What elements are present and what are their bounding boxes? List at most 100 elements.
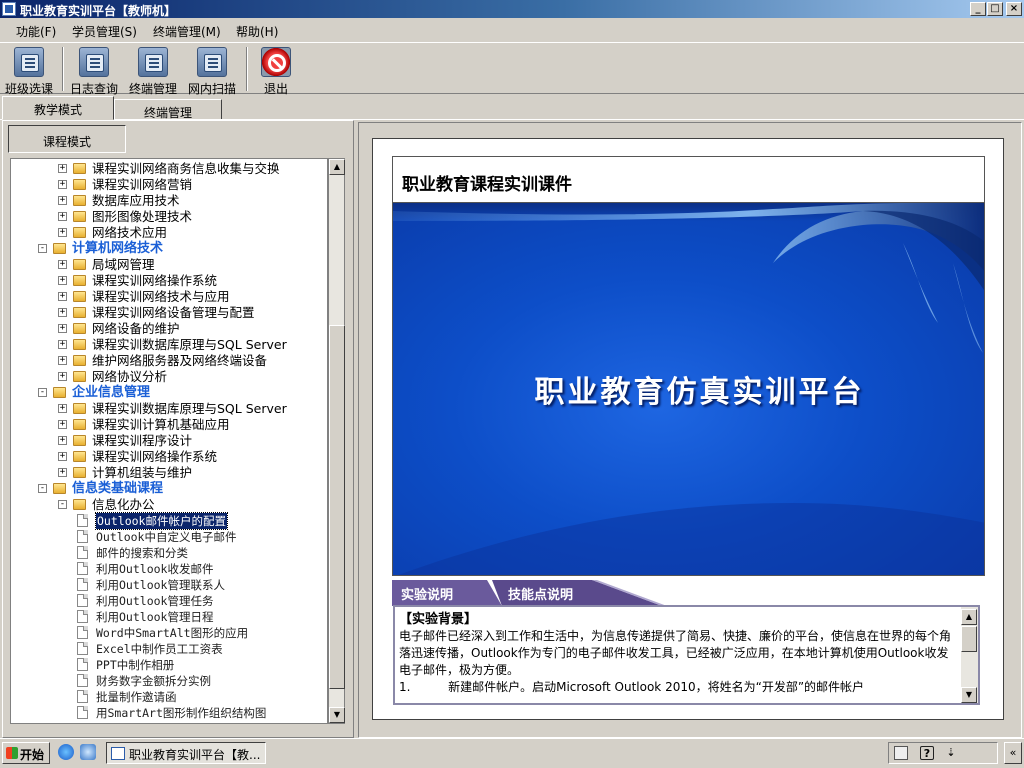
expand-icon[interactable]: + xyxy=(58,308,67,317)
help-tray-icon[interactable]: ? xyxy=(920,746,934,760)
expand-icon[interactable]: + xyxy=(58,196,67,205)
course-mode-button[interactable]: 课程模式 xyxy=(8,125,126,153)
expand-icon[interactable]: + xyxy=(58,260,67,269)
document-icon xyxy=(77,658,88,671)
expand-icon[interactable]: + xyxy=(58,292,67,301)
expand-icon[interactable]: + xyxy=(58,276,67,285)
tree-node-label: 课程实训网络操作系统 xyxy=(92,449,218,464)
class-select-button[interactable]: 班级选课 xyxy=(2,45,56,96)
expand-icon[interactable]: + xyxy=(58,164,67,173)
start-button[interactable]: 开始 xyxy=(2,742,50,764)
menu-function[interactable]: 功能(F) xyxy=(16,23,56,40)
windows-flag-icon xyxy=(6,747,18,759)
collapse-icon[interactable]: - xyxy=(38,484,47,493)
desc-scroll-up-button[interactable]: ▲ xyxy=(961,609,977,625)
folder-icon xyxy=(73,451,86,462)
tree-node-label: Outlook邮件帐户的配置 xyxy=(95,512,228,530)
courseware-banner: 职业教育仿真实训平台 xyxy=(392,202,985,576)
collapse-icon[interactable]: - xyxy=(38,388,47,397)
collapse-icon[interactable]: - xyxy=(38,244,47,253)
terminal-manage-label: 终端管理 xyxy=(128,82,177,96)
menu-help[interactable]: 帮助(H) xyxy=(236,23,278,40)
tree-node-label: Word中SmartAlt图形的应用 xyxy=(96,626,249,640)
desc-scroll-thumb[interactable] xyxy=(961,626,977,652)
tree-node-label: 利用Outlook管理联系人 xyxy=(96,578,225,592)
log-query-icon xyxy=(79,47,109,77)
lan-scan-button[interactable]: 网内扫描 xyxy=(184,45,240,96)
scroll-thumb[interactable] xyxy=(329,325,345,689)
tree-node-label: 信息化办公 xyxy=(92,497,155,512)
tree-node-label: 利用Outlook管理任务 xyxy=(96,594,214,608)
start-label: 开始 xyxy=(20,748,45,762)
course-tree[interactable]: + 课程实训网络商务信息收集与交换 + 课程实训网络营销 + 数据库应用技术 + 图形图像处理… xyxy=(10,158,328,724)
tree-node-label: 财务数字金额拆分实例 xyxy=(96,674,211,688)
lan-scan-label: 网内扫描 xyxy=(187,82,236,96)
scroll-up-button[interactable]: ▲ xyxy=(329,159,345,175)
expand-icon[interactable]: + xyxy=(58,340,67,349)
tree-node-label: 课程实训网络技术与应用 xyxy=(92,289,230,304)
title-bar[interactable]: 职业教育实训平台【教师机】 _ □ × xyxy=(0,0,1024,18)
tab-experiment-description[interactable]: 实验说明 xyxy=(401,580,453,604)
menu-terminal-manage[interactable]: 终端管理(M) xyxy=(153,23,221,40)
internet-explorer-icon[interactable] xyxy=(58,744,74,760)
tab-teaching-mode[interactable]: 教学模式 xyxy=(2,96,114,120)
document-icon xyxy=(77,578,88,591)
tree-node-label: 计算机组装与维护 xyxy=(92,465,193,480)
expand-icon[interactable]: + xyxy=(58,436,67,445)
expand-icon[interactable]: + xyxy=(58,180,67,189)
log-query-label: 日志查询 xyxy=(69,82,118,96)
expand-icon[interactable]: + xyxy=(58,420,67,429)
network-tray-icon[interactable]: ⇣ xyxy=(944,746,958,760)
expand-icon[interactable]: + xyxy=(58,324,67,333)
tree-node-label: 计算机网络技术 xyxy=(72,241,164,256)
log-query-button[interactable]: 日志查询 xyxy=(66,45,122,96)
folder-icon xyxy=(73,291,86,302)
window-title: 职业教育实训平台【教师机】 xyxy=(20,4,177,18)
expand-icon[interactable]: + xyxy=(58,404,67,413)
maximize-button[interactable]: □ xyxy=(987,2,1003,16)
folder-icon xyxy=(73,403,86,414)
tab-terminal-manage[interactable]: 终端管理 xyxy=(114,99,222,121)
tray-expand-button[interactable]: « xyxy=(1004,742,1022,764)
tree-scrollbar[interactable]: ▲ ▼ xyxy=(328,158,345,724)
tree-node-label: 用SmartArt图形制作组织结构图 xyxy=(96,706,267,720)
folder-icon xyxy=(73,195,86,206)
folder-icon xyxy=(73,211,86,222)
menu-student-manage[interactable]: 学员管理(S) xyxy=(72,23,137,40)
tab-skills-description[interactable]: 技能点说明 xyxy=(508,580,573,604)
description-scrollbar[interactable]: ▲ ▼ xyxy=(961,607,978,703)
close-button[interactable]: × xyxy=(1006,2,1022,16)
tree-node-label: 局域网管理 xyxy=(92,257,155,272)
desc-scroll-down-button[interactable]: ▼ xyxy=(961,687,977,703)
tree-node-label: 维护网络服务器及网络终端设备 xyxy=(92,353,268,368)
show-desktop-icon[interactable] xyxy=(80,744,96,760)
document-icon xyxy=(77,690,88,703)
expand-icon[interactable]: + xyxy=(58,228,67,237)
scroll-down-button[interactable]: ▼ xyxy=(329,707,345,723)
tree-node-label: 数据库应用技术 xyxy=(92,193,180,208)
document-icon xyxy=(77,610,88,623)
taskbar-app-button[interactable]: 职业教育实训平台【教... xyxy=(106,742,266,764)
tree-node-label: 利用Outlook收发邮件 xyxy=(96,562,214,576)
keyboard-icon[interactable] xyxy=(894,746,908,760)
tree-node-label: Excel中制作员工工资表 xyxy=(96,642,223,656)
expand-icon[interactable]: + xyxy=(58,372,67,381)
folder-icon xyxy=(73,163,86,174)
document-icon xyxy=(77,706,88,719)
collapse-icon[interactable]: - xyxy=(58,500,67,509)
tree-node-label: 课程实训网络设备管理与配置 xyxy=(92,305,255,320)
folder-icon xyxy=(53,483,66,494)
app-icon xyxy=(2,2,16,16)
expand-icon[interactable]: + xyxy=(58,356,67,365)
expand-icon[interactable]: + xyxy=(58,212,67,221)
exit-button[interactable]: 退出 xyxy=(252,45,300,96)
folder-icon xyxy=(73,355,86,366)
step-1: 1. 新建邮件帐户。启动Microsoft Outlook 2010，将姓名为“… xyxy=(399,679,959,696)
expand-icon[interactable]: + xyxy=(58,468,67,477)
toolbar-separator xyxy=(62,47,64,91)
document-icon xyxy=(77,594,88,607)
terminal-manage-button[interactable]: 终端管理 xyxy=(124,45,182,96)
minimize-button[interactable]: _ xyxy=(970,2,986,16)
expand-icon[interactable]: + xyxy=(58,452,67,461)
tree-node-label: 信息类基础课程 xyxy=(72,481,164,496)
